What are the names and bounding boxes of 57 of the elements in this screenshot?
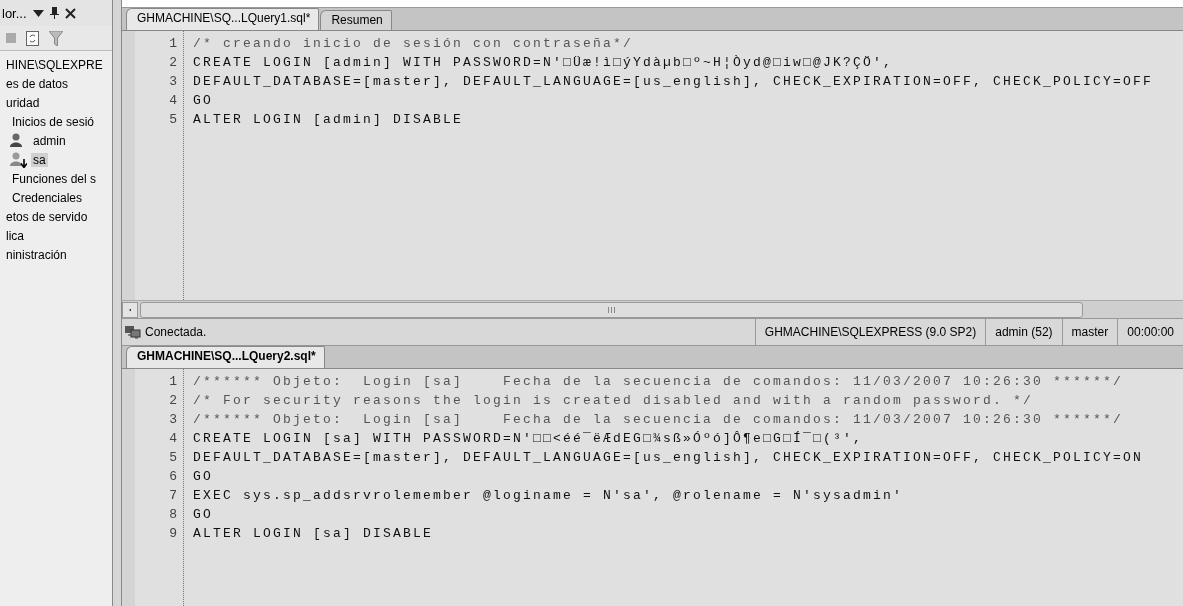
editor-tab[interactable]: GHMACHINE\SQ...LQuery2.sql* [126, 346, 325, 368]
tree-item[interactable]: Funciones del s [10, 171, 99, 186]
server-name: GHMACHINE\SQLEXPRESS (9.0 SP2) [754, 319, 986, 345]
line-number: 7 [168, 487, 178, 505]
elapsed-time: 00:00:00 [1117, 319, 1183, 345]
code-line: CREATE LOGIN [admin] WITH PASSWORD=N'□Üæ!ì□ýYdàµb□º~H¦Òyd@□iw□@JK?ÇÖ', [193, 54, 895, 72]
code-line: ALTER LOGIN [admin] DISABLE [193, 111, 465, 129]
tree-item[interactable]: HINE\SQLEXPRE [4, 57, 105, 72]
code-comment: /****** Objeto: Login [sa] Fecha de la secuencia de comandos: 11/03/2007 10:26:30 ******/ [193, 411, 1125, 429]
line-number: 1 [168, 373, 178, 391]
computers-icon [125, 325, 141, 339]
line-number: 3 [168, 73, 178, 91]
tree-item[interactable]: admin [31, 133, 68, 148]
code-line: CREATE LOGIN [sa] WITH PASSWORD=N'□□<éé¯ëÆdEG□¾sß»Óºó]Ô¶e□G□Í¯□(³', [193, 430, 865, 448]
tree-item[interactable]: uridad [4, 95, 42, 110]
code-line: EXEC sys.sp_addsrvrolemember @loginame = N'sa', @rolename = N'sysadmin' [193, 487, 905, 505]
line-number: 2 [168, 54, 178, 72]
pin-icon[interactable] [49, 7, 59, 19]
dropdown-icon[interactable] [32, 9, 44, 17]
panel-title: lor... [2, 5, 27, 21]
code-line: DEFAULT_DATABASE=[master], DEFAULT_LANGUAGE=[us_english], CHECK_EXPIRATION=OFF, CHECK_POLICY=OFF [193, 73, 1154, 91]
line-number: 9 [168, 525, 178, 543]
tree-item[interactable]: Credenciales [10, 190, 85, 205]
filter-icon[interactable] [49, 30, 63, 46]
scroll-left-button[interactable] [122, 301, 138, 318]
code-comment: /* creando inicio de sesión con contraseña*/ [193, 35, 635, 53]
scrollbar-thumb[interactable] [140, 301, 1083, 318]
code-comment: /****** Objeto: Login [sa] Fecha de la secuencia de comandos: 11/03/2007 10:26:30 ******/ [193, 373, 1125, 391]
tree-item[interactable]: Inicios de sesió [10, 114, 97, 129]
line-number: 1 [168, 35, 178, 53]
tree-item[interactable]: etos de servido [4, 209, 90, 224]
line-number: 8 [168, 506, 178, 524]
close-icon[interactable] [64, 7, 76, 19]
tree-item[interactable]: es de datos [4, 76, 71, 91]
database-name: master [1061, 319, 1118, 345]
line-number: 4 [168, 92, 178, 110]
code-line: GO [193, 506, 214, 524]
tree-item[interactable]: ninistración [4, 247, 69, 262]
code-line: DEFAULT_DATABASE=[master], DEFAULT_LANGUAGE=[us_english], CHECK_EXPIRATION=OFF, CHECK_POLICY=ON [193, 449, 1144, 467]
code-line: GO [193, 92, 214, 110]
code-line: ALTER LOGIN [sa] DISABLE [193, 525, 435, 543]
editor-tab[interactable]: Resumen [320, 10, 392, 30]
line-number: 6 [168, 468, 178, 486]
code-comment: /* For security reasons the login is created disabled and with a random password. */ [193, 392, 1035, 410]
editor-tab[interactable]: GHMACHINE\SQ...LQuery1.sql* [126, 8, 320, 30]
user-name: admin (52) [985, 319, 1062, 345]
tree-item[interactable]: lica [4, 228, 26, 243]
line-number: 3 [168, 411, 178, 429]
line-number: 4 [168, 430, 178, 448]
connection-status: Conectada. [145, 325, 207, 339]
refresh-icon[interactable] [26, 30, 39, 46]
line-number: 5 [168, 111, 178, 129]
panel-splitter[interactable] [112, 0, 122, 606]
line-number: 2 [168, 392, 178, 410]
grip-icon [608, 306, 615, 313]
line-number: 5 [168, 449, 178, 467]
code-line: GO [193, 468, 214, 486]
